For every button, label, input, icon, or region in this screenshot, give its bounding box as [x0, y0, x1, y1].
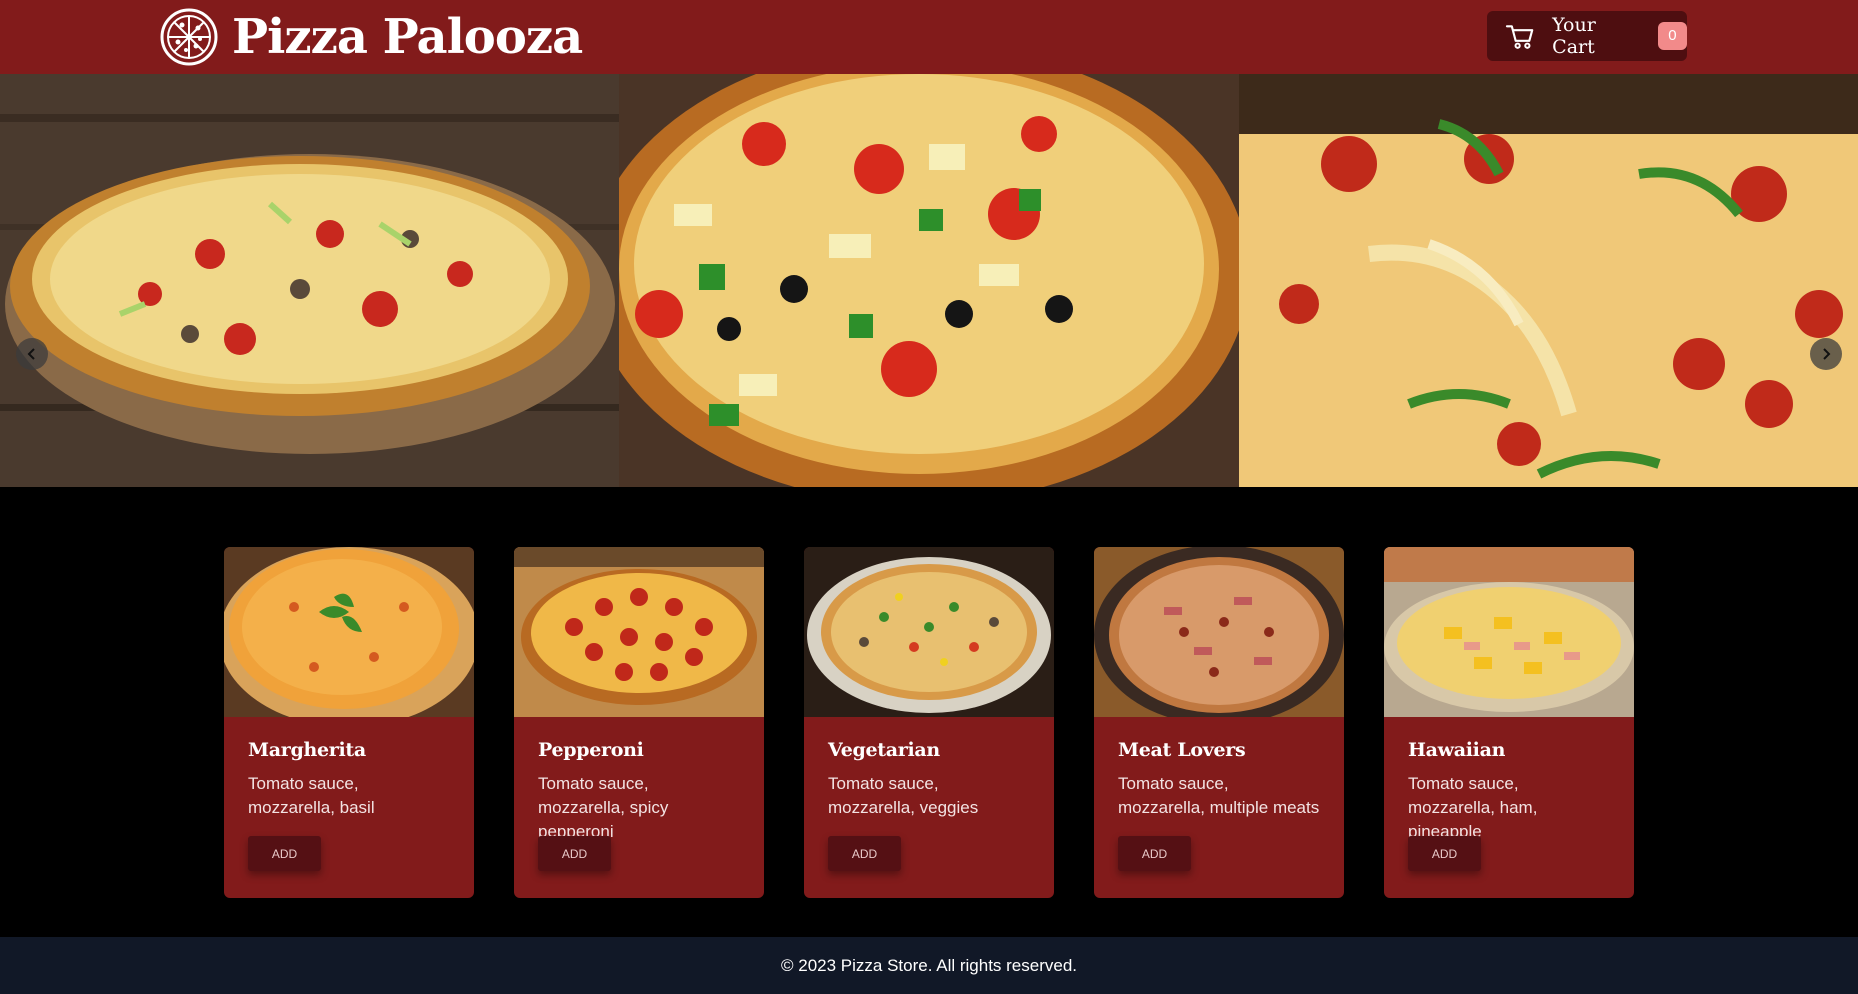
menu-card-meat-lovers: Meat Lovers Tomato sauce, mozzarella, mu…	[1094, 547, 1344, 898]
menu-section: Margherita Tomato sauce, mozzarella, bas…	[0, 487, 1858, 937]
card-description: Tomato sauce, mozzarella, spicy pepperon…	[538, 774, 669, 841]
add-button[interactable]: ADD	[1408, 836, 1481, 871]
card-title: Vegetarian	[828, 739, 940, 761]
meat-lovers-image	[1094, 547, 1344, 717]
menu-card-vegetarian: Vegetarian Tomato sauce, mozzarella, veg…	[804, 547, 1054, 898]
add-button[interactable]: ADD	[1118, 836, 1191, 871]
footer-copyright: © 2023 Pizza Store. All rights reserved.	[781, 956, 1077, 975]
pepperoni-pizza-image	[1239, 74, 1858, 487]
menu-card-margherita: Margherita Tomato sauce, mozzarella, bas…	[224, 547, 474, 898]
hero-slide-3	[1239, 74, 1858, 487]
menu-card-pepperoni: Pepperoni Tomato sauce, mozzarella, spic…	[514, 547, 764, 898]
carousel-next-button[interactable]	[1810, 338, 1842, 370]
card-description: Tomato sauce, mozzarella, ham, pineapple	[1408, 774, 1538, 841]
chevron-left-icon	[27, 348, 35, 360]
hawaiian-image	[1384, 547, 1634, 717]
pizza-icon	[160, 8, 218, 66]
add-button[interactable]: ADD	[538, 836, 611, 871]
hawaiian-pizza-image	[619, 74, 1239, 487]
card-description: Tomato sauce, mozzarella, basil	[248, 774, 375, 817]
cart-icon	[1505, 25, 1534, 49]
card-description: Tomato sauce, mozzarella, multiple meats	[1118, 774, 1320, 817]
site-header: Pizza Palooza Your Cart 0	[0, 0, 1858, 74]
menu-card-hawaiian: Hawaiian Tomato sauce, mozzarella, ham, …	[1384, 547, 1634, 898]
card-title: Hawaiian	[1408, 739, 1506, 761]
hero-slide-1	[0, 74, 619, 487]
brand-title: Pizza Palooza	[232, 9, 583, 65]
hero-slide-2	[619, 74, 1239, 487]
pepperoni-image	[514, 547, 764, 717]
add-button[interactable]: ADD	[828, 836, 901, 871]
cart-count-badge: 0	[1657, 22, 1687, 50]
card-title: Margherita	[248, 739, 366, 761]
cart-button[interactable]: Your Cart 0	[1487, 11, 1687, 61]
card-title: Pepperoni	[538, 739, 644, 761]
carousel-prev-button[interactable]	[16, 338, 48, 370]
hero-carousel	[0, 74, 1858, 487]
add-button[interactable]: ADD	[248, 836, 321, 871]
site-footer: © 2023 Pizza Store. All rights reserved.	[0, 937, 1858, 994]
card-description: Tomato sauce, mozzarella, veggies	[828, 774, 979, 817]
brand[interactable]: Pizza Palooza	[160, 8, 583, 66]
card-title: Meat Lovers	[1118, 739, 1246, 761]
supreme-pizza-image	[0, 74, 619, 487]
vegetarian-image	[804, 547, 1054, 717]
cart-label: Your Cart	[1552, 14, 1596, 58]
margherita-image	[224, 547, 474, 717]
chevron-right-icon	[1823, 348, 1831, 360]
